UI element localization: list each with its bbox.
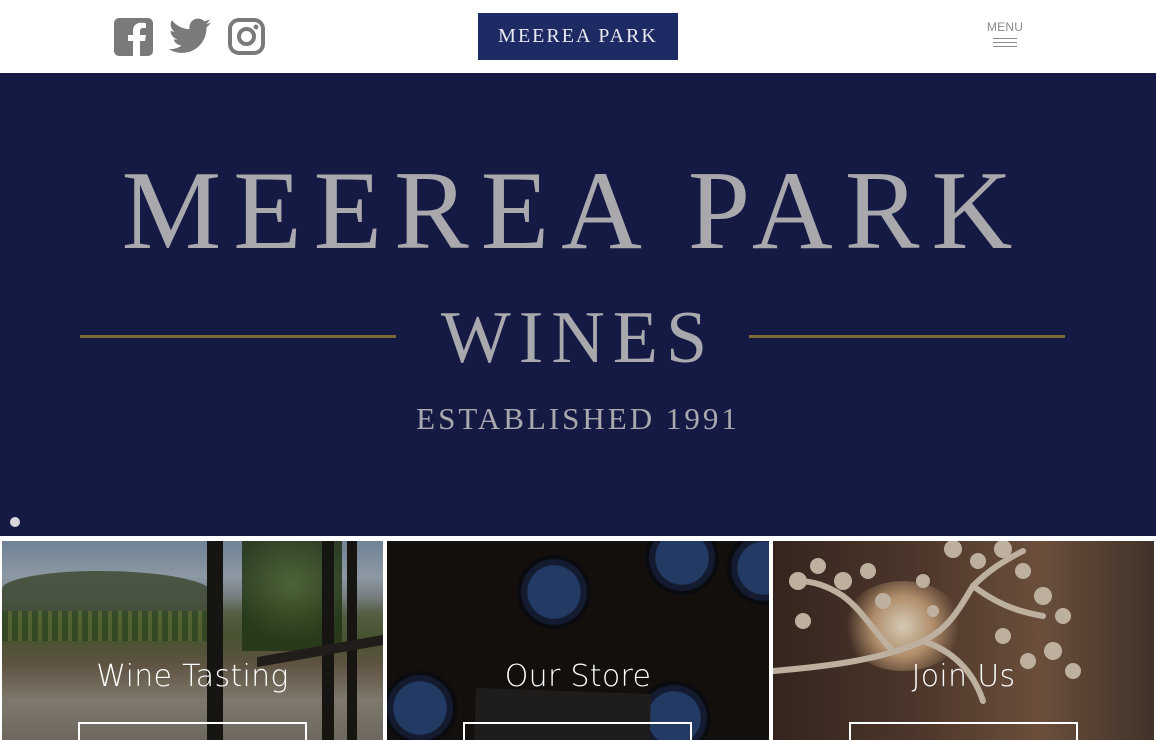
- site-header: MEEREA PARK MENU: [0, 0, 1156, 73]
- tile-button[interactable]: [78, 722, 307, 740]
- twitter-icon: [169, 18, 211, 53]
- tile-button[interactable]: [463, 722, 692, 740]
- tile-overlay: [2, 541, 383, 740]
- tile-our-store[interactable]: Our Store: [387, 541, 769, 740]
- tile-label: Wine Tasting: [96, 659, 289, 694]
- hero-subtitle: WINES: [440, 297, 716, 379]
- twitter-link[interactable]: [169, 18, 212, 54]
- instagram-link[interactable]: [228, 18, 265, 55]
- menu-label: MENU: [986, 20, 1024, 34]
- tile-overlay: [387, 541, 769, 740]
- instagram-icon: [228, 18, 265, 55]
- menu-button[interactable]: MENU: [985, 20, 1025, 50]
- facebook-link[interactable]: [114, 18, 153, 56]
- tile-overlay: [773, 541, 1154, 740]
- hero-title: MEEREA PARK: [121, 149, 1025, 273]
- tile-wine-tasting[interactable]: Wine Tasting: [2, 541, 383, 740]
- hero-established: ESTABLISHED 1991: [416, 401, 740, 436]
- hero-banner: MEEREA PARK WINES ESTABLISHED 1991: [0, 73, 1156, 536]
- hamburger-icon: [993, 38, 1017, 47]
- feature-tiles: Wine Tasting Our Store Join Us: [0, 536, 1156, 740]
- tile-label: Our Store: [504, 659, 652, 694]
- tile-join-us[interactable]: Join Us: [773, 541, 1154, 740]
- tile-label: Join Us: [911, 659, 1016, 694]
- tile-button[interactable]: [849, 722, 1078, 740]
- hero-divider-right: [749, 335, 1065, 338]
- slider-dot[interactable]: [10, 517, 20, 527]
- logo-text: MEEREA PARK: [498, 25, 658, 47]
- facebook-icon: [114, 18, 153, 56]
- site-logo[interactable]: MEEREA PARK: [478, 13, 678, 60]
